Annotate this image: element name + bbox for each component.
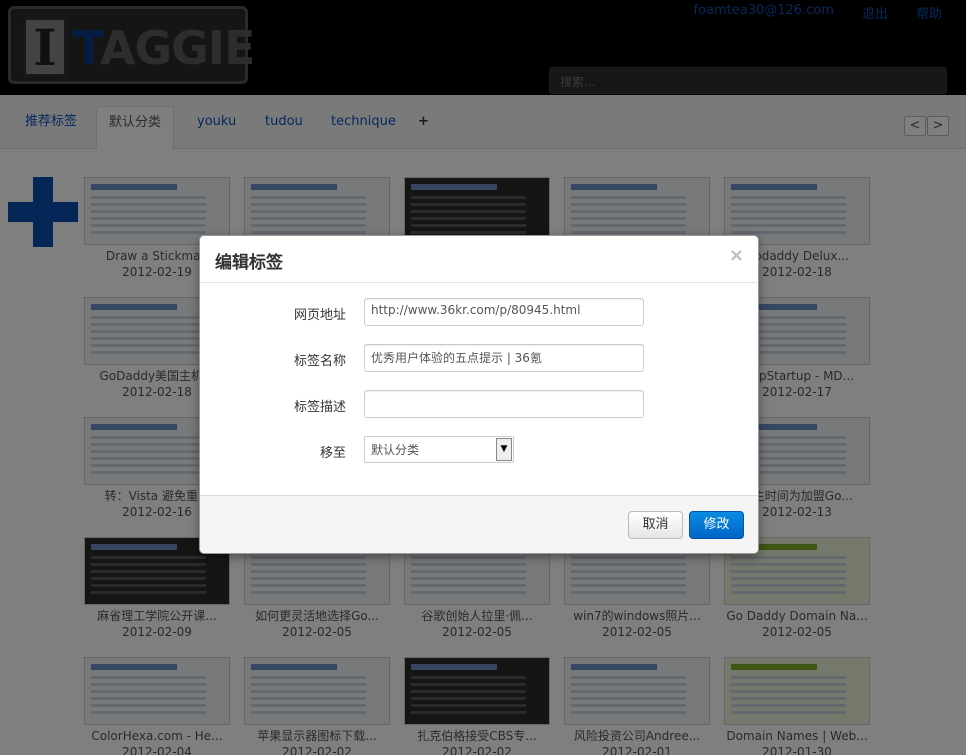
dialog-header: 编辑标签 × bbox=[200, 236, 758, 283]
name-label: 标签名称 bbox=[293, 354, 346, 369]
edit-tag-dialog: 编辑标签 × 网页地址 http://www.36kr.com/p/80945.… bbox=[199, 235, 759, 554]
chevron-down-icon[interactable]: ▼ bbox=[496, 438, 512, 461]
cancel-button[interactable]: 取消 bbox=[628, 511, 683, 539]
description-label: 标签描述 bbox=[293, 400, 346, 415]
url-row: 网页地址 http://www.36kr.com/p/80945.html bbox=[200, 298, 760, 326]
close-icon[interactable]: × bbox=[729, 245, 744, 266]
move-to-select[interactable]: 默认分类 ▼ bbox=[364, 436, 514, 463]
description-row: 标签描述 bbox=[200, 390, 760, 418]
dialog-title: 编辑标签 bbox=[215, 253, 283, 273]
url-field[interactable]: http://www.36kr.com/p/80945.html bbox=[364, 298, 644, 326]
move-to-value: 默认分类 bbox=[371, 443, 420, 457]
tag-name-field[interactable]: 优秀用户体验的五点提示 | 36氪 bbox=[364, 344, 644, 372]
dialog-footer: 取消 修改 bbox=[200, 495, 758, 553]
move-row: 移至 默认分类 ▼ bbox=[200, 436, 760, 464]
move-label: 移至 bbox=[319, 446, 346, 461]
url-label: 网页地址 bbox=[293, 308, 346, 323]
tag-description-field[interactable] bbox=[364, 390, 644, 418]
dialog-body: 网页地址 http://www.36kr.com/p/80945.html 标签… bbox=[200, 283, 758, 496]
name-row: 标签名称 优秀用户体验的五点提示 | 36氪 bbox=[200, 344, 760, 372]
save-button[interactable]: 修改 bbox=[689, 511, 744, 539]
